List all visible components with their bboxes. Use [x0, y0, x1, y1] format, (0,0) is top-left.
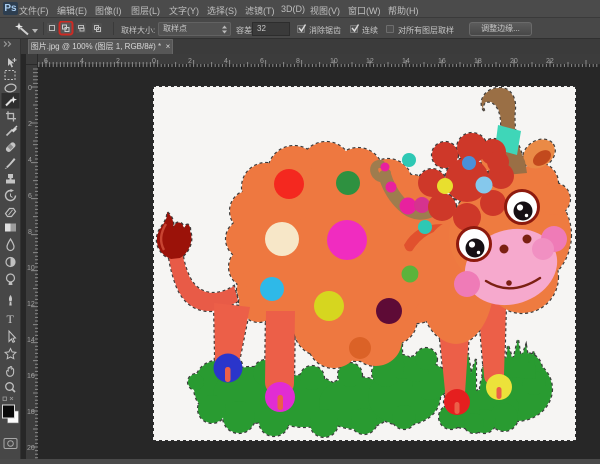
svg-text:12: 12: [27, 301, 35, 308]
svg-text:16: 16: [438, 58, 446, 65]
svg-text:2: 2: [188, 58, 192, 65]
svg-text:8: 8: [28, 229, 32, 236]
svg-text:20: 20: [27, 445, 35, 452]
svg-text:10: 10: [27, 265, 35, 272]
svg-text:14: 14: [402, 58, 410, 65]
svg-text:14: 14: [27, 337, 35, 344]
svg-text:18: 18: [27, 409, 35, 416]
svg-text:2: 2: [116, 58, 120, 65]
svg-text:6: 6: [260, 58, 264, 65]
svg-text:4: 4: [28, 157, 32, 164]
svg-text:22: 22: [546, 58, 554, 65]
svg-text:12: 12: [366, 58, 374, 65]
svg-text:20: 20: [510, 58, 518, 65]
svg-text:4: 4: [80, 58, 84, 65]
svg-text:6: 6: [28, 193, 32, 200]
svg-text:8: 8: [296, 58, 300, 65]
svg-text:0: 0: [152, 58, 156, 65]
svg-text:18: 18: [474, 58, 482, 65]
svg-text:T: T: [7, 312, 15, 326]
svg-text:6: 6: [44, 58, 48, 65]
svg-text:10: 10: [330, 58, 338, 65]
svg-text:4: 4: [224, 58, 228, 65]
svg-text:0: 0: [28, 85, 32, 92]
svg-text:16: 16: [27, 373, 35, 380]
svg-text:2: 2: [28, 121, 32, 128]
